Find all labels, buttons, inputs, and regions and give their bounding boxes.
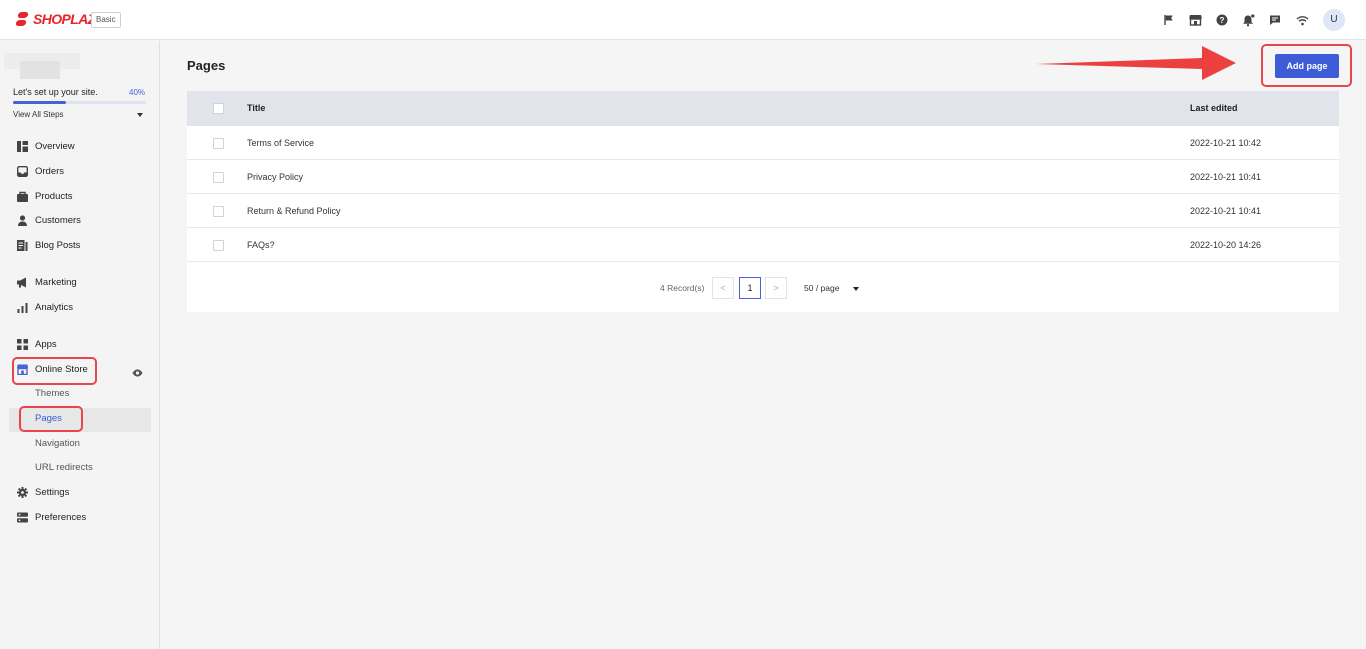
row-checkbox[interactable] <box>213 240 224 251</box>
chevron-down-icon[interactable] <box>853 287 859 291</box>
products-icon <box>17 191 28 203</box>
sidebar-item-apps[interactable]: Apps <box>0 335 160 357</box>
customers-icon <box>17 215 28 227</box>
chevron-down-icon[interactable] <box>137 113 143 117</box>
table-row[interactable]: Return & Refund Policy 2022-10-21 10:41 <box>187 194 1339 228</box>
eye-icon[interactable] <box>132 366 143 380</box>
prev-page-button[interactable]: < <box>712 277 734 299</box>
row-checkbox[interactable] <box>213 138 224 149</box>
per-page-select[interactable]: 50 / page <box>804 283 839 293</box>
next-page-button[interactable]: > <box>765 277 787 299</box>
chat-icon[interactable] <box>1267 12 1283 28</box>
table-header: Title Last edited <box>187 91 1339 126</box>
sidebar-subitem-label: Navigation <box>35 438 80 449</box>
view-all-steps-link[interactable]: View All Steps <box>13 110 64 119</box>
sidebar-subitem-navigation[interactable]: Navigation <box>0 434 160 456</box>
orders-icon <box>16 165 29 178</box>
plan-badge: Basic <box>91 12 121 28</box>
sidebar-subitem-label: URL redirects <box>35 462 93 473</box>
row-title[interactable]: Return & Refund Policy <box>247 206 341 216</box>
apps-icon <box>17 339 28 351</box>
row-last-edited: 2022-10-21 10:41 <box>1190 172 1262 182</box>
row-checkbox[interactable] <box>213 206 224 217</box>
sidebar-item-blog-posts[interactable]: Blog Posts <box>0 236 160 258</box>
sidebar-subitem-label: Themes <box>35 388 70 399</box>
add-page-button[interactable]: Add page <box>1275 54 1339 78</box>
setup-title: Let's set up your site. <box>13 87 98 97</box>
sidebar-item-label: Customers <box>35 215 81 226</box>
table-row[interactable]: Terms of Service 2022-10-21 10:42 <box>187 126 1339 160</box>
sidebar-item-label: Analytics <box>35 302 74 313</box>
sidebar-item-label: Blog Posts <box>35 240 81 251</box>
sidebar-item-products[interactable]: Products <box>0 187 160 209</box>
sidebar-item-label: Preferences <box>35 512 87 523</box>
annotation-arrow-icon <box>1036 46 1236 80</box>
sidebar-item-label: Marketing <box>35 277 77 288</box>
wifi-icon[interactable] <box>1294 12 1310 28</box>
analytics-icon <box>17 302 28 314</box>
sidebar-item-customers[interactable]: Customers <box>0 211 160 233</box>
sidebar-subitem-themes[interactable]: Themes <box>0 384 160 406</box>
pagination: 4 Record(s) < 1 > 50 / page <box>187 277 1339 299</box>
setup-percent: 40% <box>129 88 146 97</box>
megaphone-icon <box>17 277 28 289</box>
overview-icon <box>17 141 28 153</box>
svg-text:?: ? <box>1220 16 1225 25</box>
row-checkbox[interactable] <box>213 172 224 183</box>
sidebar-item-label: Products <box>35 191 73 202</box>
store-icon[interactable] <box>1187 12 1203 28</box>
preferences-icon <box>17 512 28 524</box>
setup-progress-bar <box>13 101 146 104</box>
highlight-online-store <box>12 357 97 385</box>
top-bar: SHOPLAZZA Basic ? U <box>0 0 1366 40</box>
page-title: Pages <box>187 58 226 73</box>
highlight-pages <box>19 406 83 432</box>
setup-progress-fill <box>13 101 67 104</box>
avatar[interactable]: U <box>1323 9 1345 31</box>
row-title[interactable]: Terms of Service <box>247 138 314 148</box>
blog-icon <box>17 240 28 252</box>
sidebar-item-label: Settings <box>35 487 70 498</box>
blurred-store-name <box>20 61 60 79</box>
sidebar-item-preferences[interactable]: Preferences <box>0 508 160 530</box>
sidebar-item-analytics[interactable]: Analytics <box>0 298 160 320</box>
select-all-checkbox[interactable] <box>213 103 224 114</box>
help-icon[interactable]: ? <box>1214 12 1230 28</box>
column-header-title: Title <box>247 103 266 113</box>
sidebar-item-marketing[interactable]: Marketing <box>0 273 160 295</box>
logo-mark-icon <box>15 11 30 27</box>
table-row[interactable]: FAQs? 2022-10-20 14:26 <box>187 228 1339 262</box>
sidebar-item-settings[interactable]: Settings <box>0 483 160 505</box>
sidebar-item-label: Overview <box>35 141 75 152</box>
pages-table: Title Last edited Terms of Service 2022-… <box>187 91 1339 312</box>
row-title[interactable]: FAQs? <box>247 240 275 250</box>
table-row[interactable]: Privacy Policy 2022-10-21 10:41 <box>187 160 1339 194</box>
row-title[interactable]: Privacy Policy <box>247 172 303 182</box>
sidebar-item-orders[interactable]: Orders <box>0 162 160 184</box>
sidebar-item-label: Apps <box>35 339 57 350</box>
column-header-last-edited: Last edited <box>1190 103 1238 113</box>
record-count: 4 Record(s) <box>660 283 705 293</box>
page-1-button[interactable]: 1 <box>739 277 761 299</box>
sidebar: Let's set up your site. 40% View All Ste… <box>0 41 160 649</box>
sidebar-subitem-url-redirects[interactable]: URL redirects <box>0 458 160 480</box>
row-last-edited: 2022-10-21 10:41 <box>1190 206 1262 216</box>
sidebar-item-label: Orders <box>35 166 65 177</box>
flag-icon[interactable] <box>1161 12 1177 28</box>
row-last-edited: 2022-10-20 14:26 <box>1190 240 1262 250</box>
gear-icon <box>17 487 28 499</box>
sidebar-item-overview[interactable]: Overview <box>0 137 160 159</box>
row-last-edited: 2022-10-21 10:42 <box>1190 138 1262 148</box>
bell-icon[interactable] <box>1240 12 1256 28</box>
